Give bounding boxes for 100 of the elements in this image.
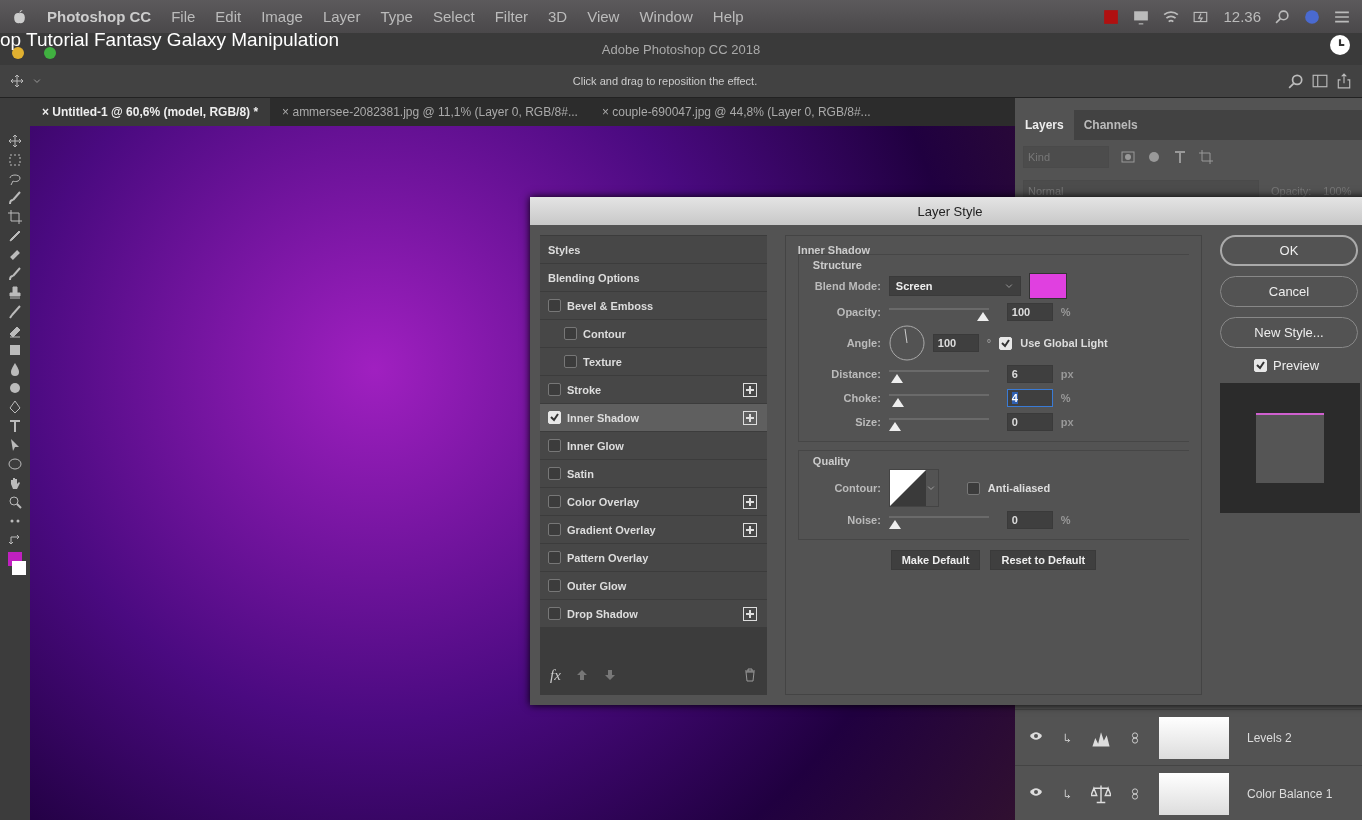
- dialog-button[interactable]: Reset to Default: [990, 550, 1097, 570]
- checkbox[interactable]: [548, 439, 561, 452]
- trash-icon: [742, 668, 757, 682]
- unit-label: °: [986, 337, 992, 349]
- unit-label: %: [1060, 392, 1071, 404]
- panel-tab[interactable]: Layers: [1015, 110, 1074, 140]
- style-list-item[interactable]: Blending Options: [540, 264, 767, 291]
- style-list-item[interactable]: Styles: [540, 236, 767, 263]
- menu-item[interactable]: Layer: [322, 8, 361, 25]
- dialog-button[interactable]: Make Default: [890, 550, 981, 570]
- document-tab[interactable]: × couple-690047.jpg @ 44,8% (Layer 0, RGB/8#...: [589, 98, 883, 126]
- field-label: Size:: [854, 416, 881, 428]
- menu-item[interactable]: 3D: [548, 8, 568, 25]
- caret-icon: [925, 483, 936, 493]
- move-icon: [8, 134, 22, 148]
- menu-item[interactable]: View: [587, 8, 620, 25]
- style-list-item[interactable]: Gradient Overlay: [540, 516, 767, 543]
- slider-thumb[interactable]: [976, 312, 989, 322]
- scales-icon: [1091, 783, 1111, 804]
- crop-icon: [8, 210, 22, 224]
- type-icon: [8, 419, 22, 433]
- clock-time: 12.36: [1223, 8, 1261, 25]
- checkbox[interactable]: [548, 579, 561, 592]
- shape-icon: [1199, 150, 1213, 164]
- share-icon: [1336, 73, 1352, 89]
- slider-thumb[interactable]: [888, 520, 901, 530]
- checkbox[interactable]: [548, 551, 561, 564]
- menu-item[interactable]: File: [171, 8, 196, 25]
- layer-row[interactable]: Levels 2: [1015, 709, 1362, 765]
- number-field[interactable]: 0: [1006, 413, 1053, 431]
- window-title: Adobe Photoshop CC 2018: [601, 41, 761, 57]
- angle-dial[interactable]: [888, 325, 925, 361]
- menu-item[interactable]: Select: [432, 8, 475, 25]
- checkbox-label: Preview: [1273, 358, 1320, 373]
- menu-item[interactable]: Type: [380, 8, 413, 25]
- dialog-button[interactable]: New Style...: [1220, 317, 1358, 348]
- layer-row[interactable]: Color Balance 1: [1015, 765, 1362, 820]
- checkbox[interactable]: [548, 299, 561, 312]
- number-field[interactable]: 4: [1006, 389, 1053, 407]
- style-list-item[interactable]: Inner Shadow: [540, 404, 767, 431]
- checkbox[interactable]: [548, 523, 561, 536]
- menu-item[interactable]: Filter: [494, 8, 528, 25]
- dialog-button[interactable]: Cancel: [1220, 276, 1358, 307]
- ellipse-icon: [8, 457, 22, 471]
- checkbox[interactable]: [564, 355, 577, 368]
- checkbox[interactable]: [548, 607, 561, 620]
- menu-item[interactable]: Window: [639, 8, 693, 25]
- slider-thumb[interactable]: [888, 422, 901, 432]
- style-list-item[interactable]: Contour: [540, 320, 767, 347]
- preview-swatch: [1256, 413, 1324, 483]
- eye-icon: [1029, 729, 1043, 743]
- move-icon: [10, 74, 24, 88]
- search-icon: [1288, 73, 1304, 89]
- circle-icon: [1304, 8, 1320, 25]
- slider-thumb[interactable]: [890, 374, 903, 384]
- unit-label: px: [1060, 368, 1074, 380]
- menu-item[interactable]: Edit: [215, 8, 242, 25]
- style-list-item[interactable]: Satin: [540, 460, 767, 487]
- number-field[interactable]: 100: [1006, 303, 1053, 321]
- style-list-item[interactable]: Inner Glow: [540, 432, 767, 459]
- number-field[interactable]: 100: [932, 334, 979, 352]
- style-list-item[interactable]: Drop Shadow: [540, 600, 767, 627]
- contour-picker[interactable]: [888, 469, 939, 507]
- style-list-item[interactable]: Bevel & Emboss: [540, 292, 767, 319]
- add-icon: [742, 522, 757, 537]
- checkbox[interactable]: [548, 467, 561, 480]
- menu-item[interactable]: Help: [712, 8, 744, 25]
- document-tab[interactable]: × Untitled-1 @ 60,6% (model, RGB/8) *: [30, 98, 271, 126]
- arrow-icon: [8, 438, 22, 452]
- field-label: Opacity:: [835, 306, 881, 318]
- checkbox[interactable]: [548, 495, 561, 508]
- panel-tab[interactable]: Channels: [1073, 110, 1148, 140]
- checkbox[interactable]: [966, 481, 980, 495]
- wifi-icon: [1163, 8, 1180, 25]
- checkbox[interactable]: [548, 383, 561, 396]
- style-list-item[interactable]: Color Overlay: [540, 488, 767, 515]
- checkbox-label: Anti-aliased: [987, 482, 1051, 494]
- style-list-item[interactable]: Outer Glow: [540, 572, 767, 599]
- app-menu[interactable]: Photoshop CC: [47, 8, 152, 25]
- color-swatch[interactable]: [1028, 273, 1067, 299]
- fx-button[interactable]: fx: [550, 666, 561, 684]
- blend-mode-dropdown[interactable]: Screen: [888, 276, 1021, 296]
- dialog-button[interactable]: OK: [1220, 235, 1358, 266]
- style-list-item[interactable]: Pattern Overlay: [540, 544, 767, 571]
- number-field[interactable]: 6: [1006, 365, 1053, 383]
- link-icon: [1129, 730, 1141, 745]
- style-list-item[interactable]: Texture: [540, 348, 767, 375]
- checkbox[interactable]: [564, 327, 577, 340]
- display-icon: [1133, 8, 1150, 25]
- dialog-title: Layer Style: [917, 203, 983, 219]
- slider-thumb[interactable]: [892, 398, 905, 408]
- brush-icon: [8, 267, 22, 281]
- document-tab[interactable]: × ammersee-2082381.jpg @ 11,1% (Layer 0, RGB/8#...: [270, 98, 590, 126]
- caret-icon: [1003, 281, 1014, 291]
- add-icon: [742, 606, 757, 621]
- menu-item[interactable]: Image: [261, 8, 303, 25]
- hand-icon: [8, 476, 22, 490]
- number-field[interactable]: 0: [1006, 511, 1053, 529]
- marquee-icon: [8, 153, 22, 167]
- style-list-item[interactable]: Stroke: [540, 376, 767, 403]
